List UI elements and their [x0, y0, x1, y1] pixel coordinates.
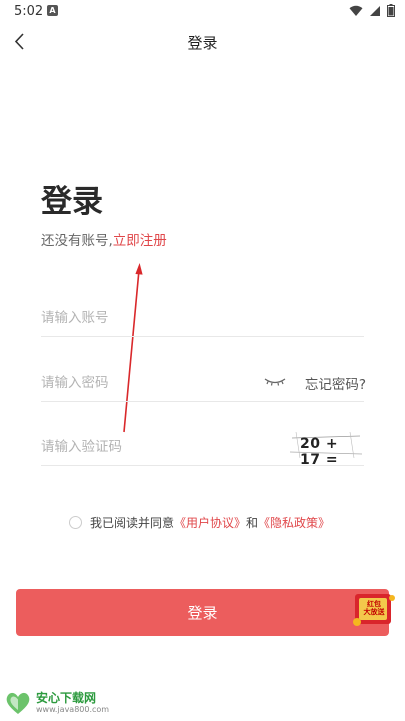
- wifi-icon: [349, 5, 363, 16]
- captcha-field: 20 + 17 =: [41, 430, 364, 468]
- signal-icon: [370, 5, 380, 16]
- user-agreement-link[interactable]: 《用户协议》: [174, 514, 246, 531]
- notification-icon: A: [47, 5, 58, 16]
- eye-closed-icon[interactable]: [264, 374, 286, 390]
- agreement-conjunction: 和: [246, 516, 259, 530]
- watermark-name: 安心下载网: [36, 691, 97, 705]
- captcha-image[interactable]: 20 + 17 =: [290, 432, 362, 468]
- captcha-challenge: 20 + 17 =: [300, 436, 339, 468]
- login-button[interactable]: 登录: [16, 589, 389, 636]
- watermark-text: 安心下载网 www.java800.com: [36, 691, 109, 715]
- forgot-password-link[interactable]: 忘记密码?: [305, 373, 366, 393]
- privacy-policy-link[interactable]: 《隐私政策》: [258, 514, 330, 531]
- password-input[interactable]: [41, 370, 241, 396]
- top-bar: 登录: [0, 24, 405, 60]
- heart-logo-icon: [6, 692, 30, 714]
- account-field: [41, 301, 364, 337]
- status-bar: 5:02 A: [0, 0, 405, 24]
- captcha-input[interactable]: [41, 434, 241, 460]
- red-envelope-label: 红包 大放送: [363, 600, 385, 616]
- register-prompt-text: 还没有账号,: [41, 233, 113, 249]
- red-envelope-label-1: 红包: [367, 600, 381, 608]
- register-prompt: 还没有账号,立即注册: [41, 229, 167, 249]
- watermark: 安心下载网 www.java800.com: [4, 688, 109, 718]
- red-envelope-label-2: 大放送: [363, 608, 385, 616]
- agreement-prefix: 我已阅读并同意: [90, 516, 175, 530]
- status-time: 5:02: [14, 4, 44, 19]
- watermark-url: www.java800.com: [36, 705, 110, 714]
- password-field: 忘记密码?: [41, 366, 366, 402]
- header-title: 登录: [187, 34, 218, 52]
- agreement-row: 我已阅读并同意 《用户协议》 和 《隐私政策》: [69, 514, 330, 531]
- agree-checkbox[interactable]: [69, 516, 82, 529]
- battery-icon: [387, 4, 395, 17]
- register-link[interactable]: 立即注册: [113, 233, 167, 249]
- status-icons: [349, 4, 395, 17]
- account-input[interactable]: [41, 305, 241, 331]
- page-title: 登录: [41, 184, 103, 220]
- annotation-arrow: [123, 263, 143, 433]
